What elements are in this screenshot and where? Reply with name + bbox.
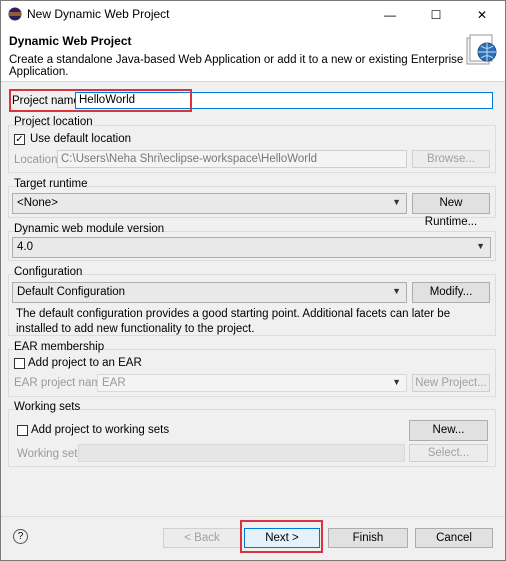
working-sets-label: Working sets: — [17, 448, 87, 460]
select-working-sets-button[interactable]: Select... — [409, 444, 488, 462]
new-ear-project-button[interactable]: New Project... — [412, 374, 490, 392]
finish-button[interactable]: Finish — [328, 528, 408, 548]
working-sets-heading: Working sets — [14, 401, 81, 413]
project-location-heading: Project location — [14, 116, 93, 128]
help-icon[interactable]: ? — [13, 529, 28, 544]
wizard-title: Dynamic Web Project — [9, 34, 132, 48]
maximize-button[interactable]: ☐ — [413, 1, 459, 28]
chevron-down-icon: ▼ — [392, 377, 401, 387]
add-to-working-sets-label: Add project to working sets — [31, 424, 170, 436]
ear-membership-heading: EAR membership — [14, 341, 105, 353]
module-version-value: 4.0 — [17, 241, 33, 253]
location-input[interactable]: C:\Users\Neha Shri\eclipse-workspace\Hel… — [57, 150, 407, 168]
ear-project-name-value: EAR — [102, 377, 126, 389]
ear-project-name-select[interactable]: EAR ▼ — [97, 374, 407, 392]
chevron-down-icon: ▼ — [476, 241, 485, 251]
footer-divider — [1, 516, 505, 517]
project-name-highlight — [9, 89, 192, 112]
title-bar: New Dynamic Web Project — ☐ ✕ — [1, 1, 505, 28]
wizard-header: Dynamic Web Project Create a standalone … — [1, 28, 505, 82]
web-project-icon — [466, 34, 497, 65]
location-label: Location: — [14, 154, 61, 166]
new-working-set-button[interactable]: New... — [409, 420, 488, 441]
window-title: New Dynamic Web Project — [27, 7, 170, 21]
configuration-select[interactable]: Default Configuration ▼ — [12, 282, 407, 303]
close-icon: ✕ — [476, 7, 488, 22]
use-default-location-checkbox[interactable]: ✓ — [14, 134, 25, 145]
use-default-location-label: Use default location — [30, 133, 132, 145]
module-version-heading: Dynamic web module version — [14, 223, 165, 235]
add-to-working-sets-checkbox[interactable] — [17, 425, 28, 436]
target-runtime-heading: Target runtime — [14, 178, 88, 190]
close-button[interactable]: ✕ — [459, 1, 505, 28]
back-button[interactable]: < Back — [163, 528, 241, 548]
wizard-description: Create a standalone Java-based Web Appli… — [9, 54, 464, 78]
add-to-ear-checkbox[interactable] — [14, 358, 25, 369]
add-to-ear-label: Add project to an EAR — [28, 357, 142, 369]
target-runtime-select[interactable]: <None> ▼ — [12, 193, 407, 214]
modify-button[interactable]: Modify... — [412, 282, 490, 303]
target-runtime-value: <None> — [17, 197, 58, 209]
chevron-down-icon: ▼ — [392, 286, 401, 296]
dialog-window: New Dynamic Web Project — ☐ ✕ Dynamic We… — [0, 0, 506, 561]
module-version-select[interactable]: 4.0 ▼ — [12, 237, 491, 258]
minimize-icon: — — [384, 7, 396, 22]
browse-button[interactable]: Browse... — [412, 150, 490, 168]
new-runtime-button[interactable]: New Runtime... — [412, 193, 490, 228]
maximize-icon: ☐ — [430, 7, 442, 22]
next-button-highlight — [240, 520, 323, 553]
minimize-button[interactable]: — — [367, 1, 413, 28]
eclipse-icon — [8, 7, 22, 21]
configuration-heading: Configuration — [14, 266, 83, 278]
working-sets-select[interactable] — [78, 444, 405, 462]
cancel-button[interactable]: Cancel — [415, 528, 493, 548]
configuration-value: Default Configuration — [17, 286, 126, 298]
chevron-down-icon: ▼ — [392, 197, 401, 207]
configuration-description: The default configuration provides a goo… — [16, 308, 451, 335]
